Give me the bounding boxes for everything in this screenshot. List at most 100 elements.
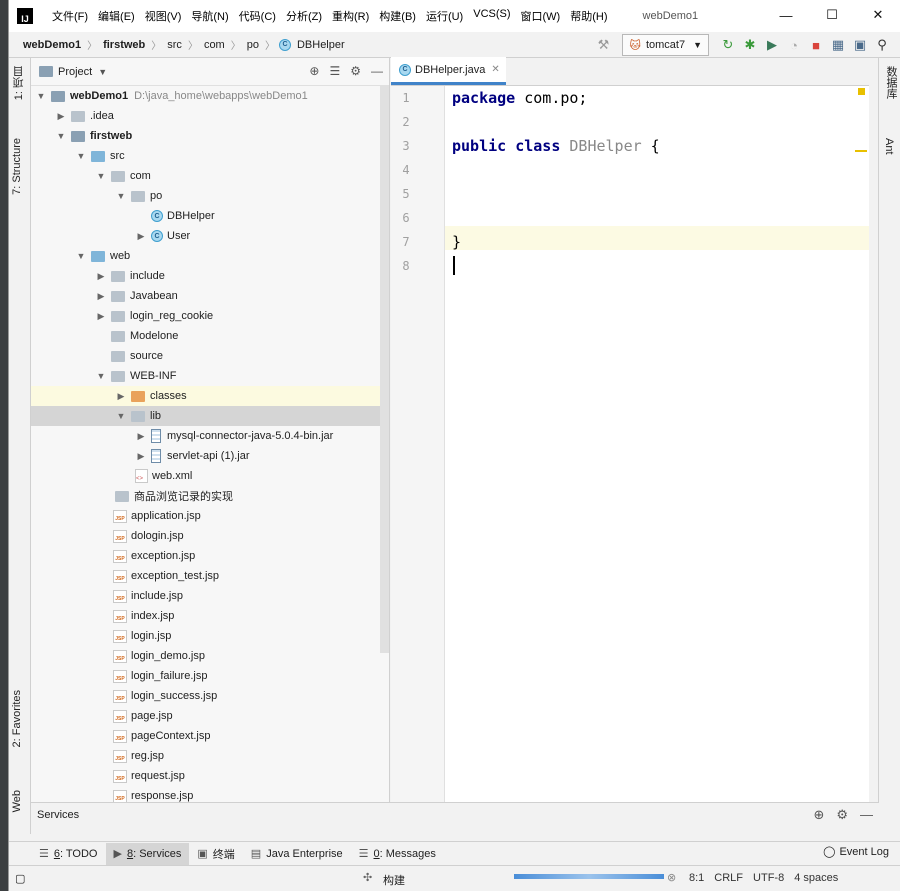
tree-item-login-jsp[interactable]: JSP login.jsp bbox=[31, 626, 380, 646]
tree-item-reg-jsp[interactable]: JSP reg.jsp bbox=[31, 746, 380, 766]
tree-item-web-xml[interactable]: <> web.xml bbox=[31, 466, 380, 486]
terminal-tool-button[interactable]: ▣ 终端 bbox=[189, 843, 242, 865]
expand-arrow-icon[interactable]: ▶ bbox=[95, 311, 107, 322]
close-tab-icon[interactable]: ✕ bbox=[491, 64, 499, 75]
tree-item-index-jsp[interactable]: JSP index.jsp bbox=[31, 606, 380, 626]
breadcrumb-po[interactable]: po bbox=[245, 39, 261, 51]
expand-arrow-icon[interactable]: ▼ bbox=[115, 191, 127, 201]
expand-arrow-icon[interactable]: ▼ bbox=[35, 91, 47, 101]
tree-item-source[interactable]: source bbox=[31, 346, 380, 366]
menu-refactor[interactable]: 重构(R) bbox=[327, 8, 374, 24]
tree-item-page-jsp[interactable]: JSP page.jsp bbox=[31, 706, 380, 726]
debug-icon[interactable]: ✱ bbox=[739, 34, 761, 56]
tree-item-user[interactable]: ▶ C User bbox=[31, 226, 380, 246]
tree-item-request-jsp[interactable]: JSP request.jsp bbox=[31, 766, 380, 786]
tree-item-lib[interactable]: ▼ lib bbox=[31, 406, 380, 426]
menu-file[interactable]: 文件(F) bbox=[47, 8, 93, 24]
warning-marker-icon[interactable] bbox=[858, 88, 865, 95]
minimize-button[interactable]: — bbox=[763, 0, 809, 30]
tree-item-dologin-jsp[interactable]: JSP dologin.jsp bbox=[31, 526, 380, 546]
menu-help[interactable]: 帮助(H) bbox=[565, 8, 612, 24]
locate-file-icon[interactable]: ⊕ bbox=[309, 64, 319, 78]
menu-view[interactable]: 视图(V) bbox=[140, 8, 187, 24]
tree-item-application-jsp[interactable]: JSP application.jsp bbox=[31, 506, 380, 526]
gear-icon[interactable]: ⚙ bbox=[350, 64, 361, 78]
favorites-tool-tab[interactable]: 2: Favorites bbox=[11, 690, 23, 747]
tree-item-com[interactable]: ▼ com bbox=[31, 166, 380, 186]
line-separator[interactable]: CRLF bbox=[714, 872, 743, 884]
tree-item-modelone[interactable]: Modelone bbox=[31, 326, 380, 346]
collapse-all-icon[interactable]: ☰ bbox=[329, 64, 340, 78]
file-encoding[interactable]: UTF-8 bbox=[753, 872, 784, 884]
menu-analyze[interactable]: 分析(Z) bbox=[281, 8, 327, 24]
expand-arrow-icon[interactable]: ▶ bbox=[95, 291, 107, 302]
menu-navigate[interactable]: 导航(N) bbox=[186, 8, 233, 24]
tree-item-dbhelper[interactable]: C DBHelper bbox=[31, 206, 380, 226]
expand-arrow-icon[interactable]: ▼ bbox=[75, 151, 87, 161]
hide-panel-icon[interactable]: — bbox=[371, 64, 383, 78]
breadcrumb-firstweb[interactable]: firstweb bbox=[101, 39, 147, 51]
project-structure-icon[interactable]: ▦ bbox=[827, 34, 849, 56]
toggle-tool-windows-icon[interactable]: ▢ bbox=[15, 872, 25, 885]
tree-item-javabean[interactable]: ▶ Javabean bbox=[31, 286, 380, 306]
breadcrumb-src[interactable]: src bbox=[165, 39, 184, 51]
menu-edit[interactable]: 编辑(E) bbox=[93, 8, 140, 24]
expand-arrow-icon[interactable]: ▼ bbox=[95, 171, 107, 181]
breadcrumb-webdemo1[interactable]: webDemo1 bbox=[21, 39, 83, 51]
menu-build[interactable]: 构建(B) bbox=[374, 8, 421, 24]
tree-item-pagecontext-jsp[interactable]: JSP pageContext.jsp bbox=[31, 726, 380, 746]
tree-item-mysql-jar[interactable]: ▶ mysql-connector-java-5.0.4-bin.jar bbox=[31, 426, 380, 446]
expand-arrow-icon[interactable]: ▶ bbox=[135, 451, 147, 462]
tree-item-exception-test-jsp[interactable]: JSP exception_test.jsp bbox=[31, 566, 380, 586]
event-log-tool-button[interactable]: ◯ Event Log bbox=[823, 845, 889, 859]
expand-arrow-icon[interactable]: ▼ bbox=[75, 251, 87, 261]
rerun-icon[interactable]: ↻ bbox=[717, 34, 739, 56]
tree-item-classes[interactable]: ▶ classes bbox=[31, 386, 380, 406]
profile-icon[interactable]: ◔ bbox=[783, 34, 805, 56]
code-area[interactable]: package com.po; public class DBHelper { … bbox=[446, 86, 869, 802]
close-button[interactable]: ✕ bbox=[855, 0, 900, 30]
project-tool-tab[interactable]: 1: 项目 bbox=[11, 66, 27, 100]
tab-dbhelper-java[interactable]: C DBHelper.java ✕ bbox=[391, 57, 506, 85]
build-status-text[interactable]: 构建 bbox=[383, 872, 405, 888]
todo-tool-button[interactable]: ☰ 6: TODO bbox=[31, 843, 106, 865]
web-tool-tab[interactable]: Web bbox=[11, 790, 23, 812]
tree-item-servlet-jar[interactable]: ▶ servlet-api (1).jar bbox=[31, 446, 380, 466]
services-tool-button[interactable]: ▶ 8: Services bbox=[105, 842, 190, 865]
error-stripe-mark[interactable] bbox=[855, 150, 867, 152]
breadcrumb-com[interactable]: com bbox=[202, 39, 227, 51]
run-configuration-select[interactable]: 🐱 tomcat7 ▼ bbox=[622, 34, 709, 56]
java-enterprise-tool-button[interactable]: ▤ Java Enterprise bbox=[243, 843, 351, 865]
hide-panel-icon[interactable]: — bbox=[860, 807, 873, 823]
run-with-coverage-icon[interactable]: ▶ bbox=[761, 34, 783, 56]
menu-run[interactable]: 运行(U) bbox=[421, 8, 468, 24]
locate-icon[interactable]: ⊕ bbox=[813, 807, 824, 823]
maximize-button[interactable]: ☐ bbox=[809, 0, 855, 30]
tree-item-exception-jsp[interactable]: JSP exception.jsp bbox=[31, 546, 380, 566]
expand-arrow-icon[interactable]: ▶ bbox=[95, 271, 107, 282]
tree-item-web-inf[interactable]: ▼ WEB-INF bbox=[31, 366, 380, 386]
tree-item-login-success-jsp[interactable]: JSP login_success.jsp bbox=[31, 686, 380, 706]
caret-position[interactable]: 8:1 bbox=[689, 872, 704, 884]
tree-item-web[interactable]: ▼ web bbox=[31, 246, 380, 266]
messages-tool-button[interactable]: ☰ 0: Messages bbox=[351, 843, 444, 865]
project-view-select[interactable]: Project ▼ bbox=[39, 66, 107, 78]
toolbox-icon[interactable]: ▣ bbox=[849, 34, 871, 56]
hammer-build-icon[interactable]: ⚒ bbox=[592, 34, 614, 56]
breadcrumb-dbhelper[interactable]: DBHelper bbox=[295, 39, 347, 51]
tree-item-include-jsp[interactable]: JSP include.jsp bbox=[31, 586, 380, 606]
tree-item-product-history[interactable]: 商品浏览记录的实现 bbox=[31, 486, 380, 506]
menu-window[interactable]: 窗口(W) bbox=[516, 8, 566, 24]
expand-arrow-icon[interactable]: ▶ bbox=[135, 431, 147, 442]
indent-setting[interactable]: 4 spaces bbox=[794, 872, 838, 884]
expand-arrow-icon[interactable]: ▼ bbox=[95, 371, 107, 381]
project-tree-scrollbar[interactable] bbox=[380, 86, 389, 653]
tree-item-login-reg-cookie[interactable]: ▶ login_reg_cookie bbox=[31, 306, 380, 326]
tree-item-src[interactable]: ▼ src bbox=[31, 146, 380, 166]
tree-item-idea[interactable]: ▶ .idea bbox=[31, 106, 380, 126]
menu-code[interactable]: 代码(C) bbox=[234, 8, 281, 24]
structure-tool-tab[interactable]: 7: Structure bbox=[11, 138, 23, 195]
stop-icon[interactable]: ■ bbox=[805, 34, 827, 56]
expand-arrow-icon[interactable]: ▶ bbox=[115, 391, 127, 402]
menu-vcs[interactable]: VCS(S) bbox=[468, 8, 515, 24]
